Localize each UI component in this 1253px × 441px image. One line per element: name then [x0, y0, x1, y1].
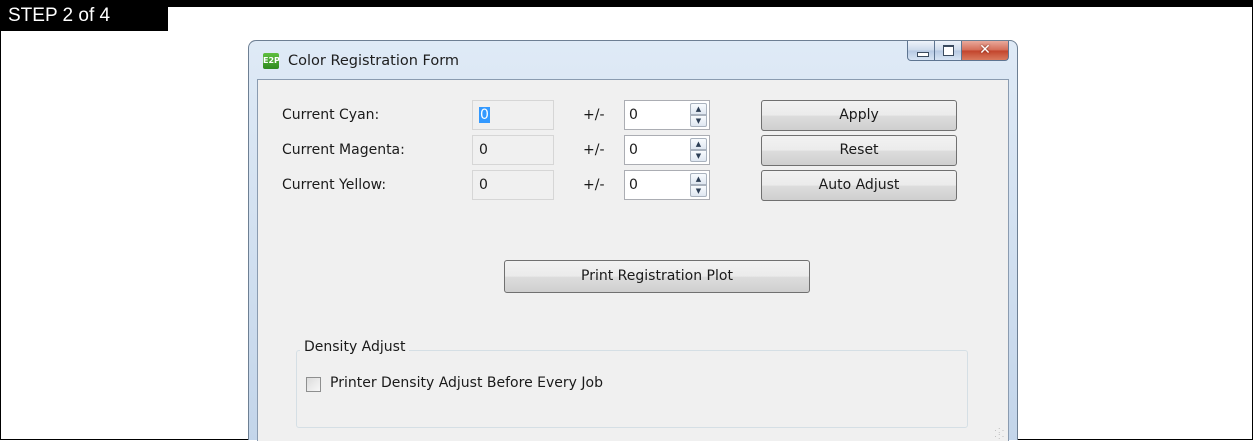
- density-adjust-checkbox-label[interactable]: Printer Density Adjust Before Every Job: [330, 375, 603, 391]
- current-magenta-field[interactable]: 0: [472, 135, 554, 165]
- spin-up-icon[interactable]: ▲: [690, 103, 707, 115]
- magenta-adjust-value: 0: [629, 142, 638, 158]
- magenta-adjust-stepper[interactable]: 0 ▲ ▼: [624, 135, 710, 165]
- density-adjust-checkbox[interactable]: [306, 377, 321, 392]
- reset-button[interactable]: Reset: [761, 135, 957, 166]
- apply-button[interactable]: Apply: [761, 100, 957, 131]
- cyan-adjust-stepper[interactable]: 0 ▲ ▼: [624, 100, 710, 130]
- plus-minus-yellow: +/-: [583, 177, 605, 193]
- density-adjust-title: Density Adjust: [300, 339, 410, 355]
- spin-down-icon[interactable]: ▼: [690, 150, 707, 162]
- plus-minus-cyan: +/-: [583, 107, 605, 123]
- yellow-adjust-stepper[interactable]: 0 ▲ ▼: [624, 170, 710, 200]
- current-magenta-value: 0: [479, 142, 488, 158]
- spin-up-icon[interactable]: ▲: [690, 173, 707, 185]
- yellow-spin-arrows: ▲ ▼: [690, 173, 707, 197]
- minimize-button[interactable]: [907, 41, 935, 61]
- close-icon: ✕: [979, 42, 991, 58]
- yellow-adjust-value: 0: [629, 177, 638, 193]
- label-current-yellow: Current Yellow:: [282, 177, 387, 193]
- current-yellow-value: 0: [479, 177, 488, 193]
- app-icon: E2P: [263, 53, 280, 69]
- minimize-icon: [917, 52, 929, 57]
- auto-adjust-button[interactable]: Auto Adjust: [761, 170, 957, 201]
- window-title: Color Registration Form: [288, 53, 460, 69]
- cyan-adjust-value: 0: [629, 107, 638, 123]
- maximize-button[interactable]: [935, 41, 962, 61]
- color-registration-window: E2P Color Registration Form ✕ Current Cy…: [248, 40, 1018, 441]
- close-button[interactable]: ✕: [962, 41, 1009, 61]
- print-registration-plot-button[interactable]: Print Registration Plot: [504, 260, 810, 293]
- maximize-icon: [943, 45, 954, 56]
- spin-down-icon[interactable]: ▼: [690, 185, 707, 197]
- label-current-cyan: Current Cyan:: [282, 107, 380, 123]
- resize-grip-icon[interactable]: ·:· ·:·: [994, 426, 1006, 441]
- spin-up-icon[interactable]: ▲: [690, 138, 707, 150]
- current-cyan-field[interactable]: 0: [472, 100, 554, 130]
- caption-buttons: ✕: [907, 41, 1009, 62]
- magenta-spin-arrows: ▲ ▼: [690, 138, 707, 162]
- step-indicator: STEP 2 of 4: [0, 0, 168, 31]
- spin-down-icon[interactable]: ▼: [690, 115, 707, 127]
- top-rule: [0, 0, 1253, 7]
- plus-minus-magenta: +/-: [583, 142, 605, 158]
- cyan-spin-arrows: ▲ ▼: [690, 103, 707, 127]
- current-cyan-value: 0: [479, 107, 490, 123]
- label-current-magenta: Current Magenta:: [282, 142, 405, 158]
- title-bar[interactable]: E2P Color Registration Form ✕: [249, 41, 1017, 79]
- current-yellow-field[interactable]: 0: [472, 170, 554, 200]
- form-client-area: Current Cyan: 0 +/- 0 ▲ ▼ Apply Current …: [257, 79, 1009, 441]
